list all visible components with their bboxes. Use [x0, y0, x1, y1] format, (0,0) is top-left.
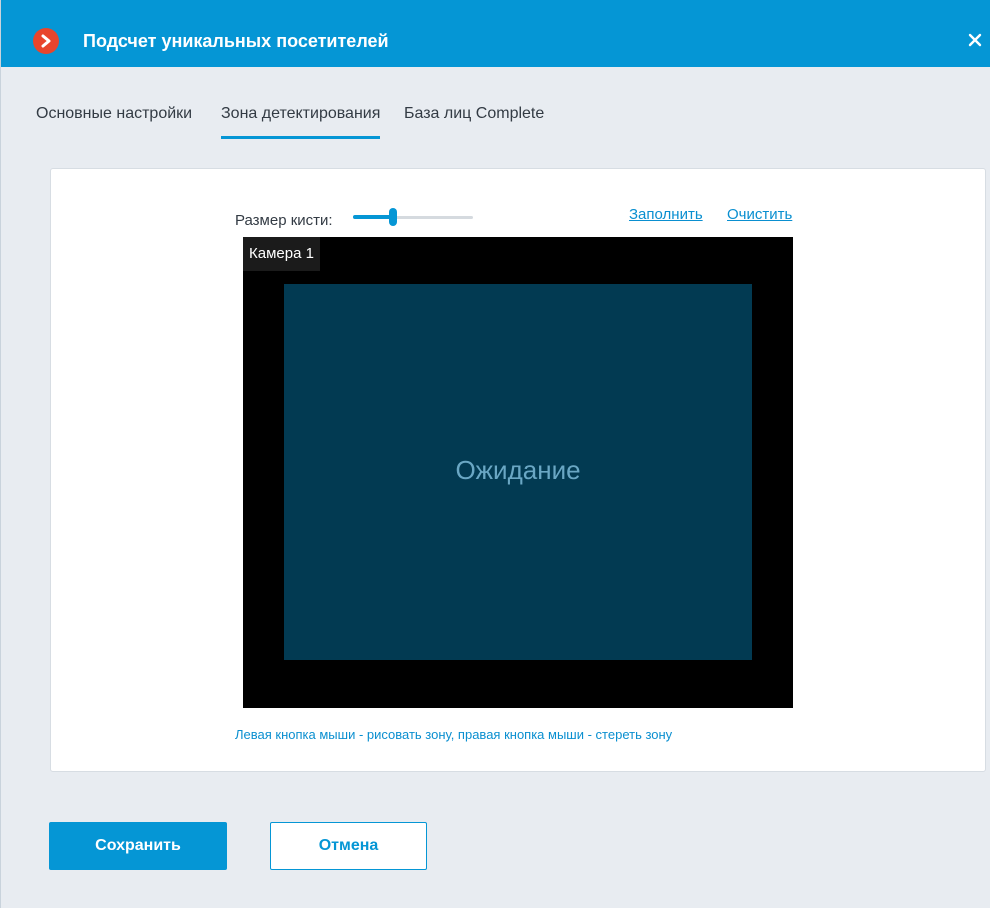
tab-bar: Основные настройки Зона детектирования Б…: [1, 100, 990, 140]
cancel-button[interactable]: Отмена: [270, 822, 427, 870]
camera-view[interactable]: Камера 1 Ожидание: [243, 237, 793, 708]
close-icon: [968, 33, 982, 47]
camera-status-text: Ожидание: [455, 454, 581, 485]
brush-size-slider[interactable]: [353, 208, 475, 228]
close-button[interactable]: [963, 28, 987, 52]
tab-face-database[interactable]: База лиц Complete: [404, 104, 544, 124]
camera-name-label: Камера 1: [243, 237, 320, 271]
save-button[interactable]: Сохранить: [49, 822, 227, 870]
dialog-title: Подсчет уникальных посетителей: [83, 31, 389, 51]
slider-fill: [353, 215, 393, 219]
tab-detection-zone[interactable]: Зона детектирования: [221, 104, 381, 139]
zone-drawing-hint: Левая кнопка мыши - рисовать зону, права…: [235, 727, 673, 742]
tab-main-settings[interactable]: Основные настройки: [36, 104, 192, 124]
clear-zone-link[interactable]: Очистить: [727, 205, 792, 225]
dialog-window: Подсчет уникальных посетителей Основные …: [0, 0, 990, 908]
slider-thumb[interactable]: [389, 208, 397, 226]
app-logo-icon: [33, 28, 59, 54]
title-bar: Подсчет уникальных посетителей: [1, 0, 990, 67]
fill-zone-link[interactable]: Заполнить: [629, 205, 703, 225]
video-frame[interactable]: Ожидание: [284, 284, 752, 660]
brush-size-label: Размер кисти:: [235, 212, 333, 229]
